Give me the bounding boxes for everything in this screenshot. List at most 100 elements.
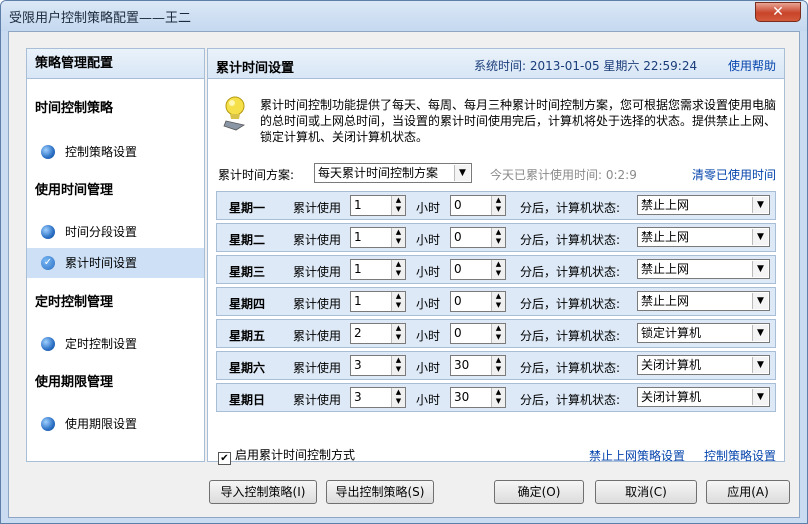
import-button[interactable]: 导入控制策略(I)	[209, 480, 317, 504]
nav-item-scheduled-control[interactable]: 定时控制设置	[27, 329, 204, 359]
spin-arrows-icon[interactable]: ▲ ▼	[391, 228, 405, 247]
state-select[interactable]: 禁止上网 ▼	[637, 195, 770, 215]
use-label: 累计使用	[293, 201, 342, 215]
use-label: 累计使用	[293, 233, 342, 247]
day-label: 星期四	[229, 297, 266, 311]
hours-stepper[interactable]: 1 ▲ ▼	[350, 291, 406, 312]
state-select[interactable]: 关闭计算机 ▼	[637, 355, 770, 375]
cumulative-time-panel: 累计时间设置 系统时间: 2013-01-05 星期六 22:59:24 使用帮…	[207, 48, 785, 465]
spin-arrows-icon[interactable]: ▲ ▼	[491, 260, 505, 279]
help-link[interactable]: 使用帮助	[728, 57, 776, 74]
day-label: 星期五	[229, 329, 266, 343]
use-label: 累计使用	[293, 265, 342, 279]
day-label: 星期日	[229, 393, 266, 407]
hour-label: 小时	[416, 297, 441, 311]
day-label: 星期六	[229, 361, 266, 375]
minutes-stepper[interactable]: 0 ▲ ▼	[450, 259, 506, 280]
minutes-stepper[interactable]: 0 ▲ ▼	[450, 195, 506, 216]
chevron-down-icon[interactable]: ▼	[752, 389, 768, 405]
spin-arrows-icon[interactable]: ▲ ▼	[391, 260, 405, 279]
hours-stepper[interactable]: 2 ▲ ▼	[350, 323, 406, 344]
hour-label: 小时	[416, 393, 441, 407]
table-row: 星期五 累计使用 2 ▲ ▼ 小时 0 ▲ ▼ 分后，计算机状态: 锁定计算机 ▼	[216, 319, 776, 348]
state-select[interactable]: 关闭计算机 ▼	[637, 387, 770, 407]
state-select[interactable]: 禁止上网 ▼	[637, 259, 770, 279]
after-label: 分后，计算机状态:	[520, 361, 621, 375]
spin-arrows-icon[interactable]: ▲ ▼	[491, 324, 505, 343]
spin-arrows-icon[interactable]: ▲ ▼	[491, 196, 505, 215]
control-strategy-link[interactable]: 控制策略设置	[704, 447, 776, 464]
chevron-down-icon[interactable]: ▼	[752, 261, 768, 277]
apply-button[interactable]: 应用(A)	[706, 480, 790, 504]
nav-header: 策略管理配置	[27, 49, 204, 79]
chevron-down-icon[interactable]: ▼	[752, 197, 768, 213]
spin-arrows-icon[interactable]: ▲ ▼	[491, 388, 505, 407]
state-select[interactable]: 禁止上网 ▼	[637, 291, 770, 311]
plan-select[interactable]: 每天累计时间控制方案 ▼	[314, 163, 472, 183]
section-usage-period: 使用期限管理	[35, 375, 114, 390]
minutes-stepper[interactable]: 0 ▲ ▼	[450, 227, 506, 248]
close-button[interactable]: ✕	[755, 2, 801, 22]
day-label: 星期一	[229, 201, 266, 215]
after-label: 分后，计算机状态:	[520, 329, 621, 343]
title-bar[interactable]: 受限用户控制策略配置——王二 ✕	[1, 1, 807, 31]
state-select[interactable]: 禁止上网 ▼	[637, 227, 770, 247]
chevron-down-icon[interactable]: ▼	[454, 165, 470, 181]
spin-arrows-icon[interactable]: ▲ ▼	[491, 356, 505, 375]
export-button[interactable]: 导出控制策略(S)	[326, 480, 434, 504]
spin-arrows-icon[interactable]: ▲ ▼	[391, 324, 405, 343]
plan-label: 累计时间方案:	[218, 168, 295, 182]
day-label: 星期三	[229, 265, 266, 279]
bullet-icon	[41, 225, 55, 239]
enable-checkbox[interactable]: ✔	[218, 452, 231, 465]
table-row: 星期一 累计使用 1 ▲ ▼ 小时 0 ▲ ▼ 分后，计算机状态: 禁止上网 ▼	[216, 191, 776, 220]
spin-arrows-icon[interactable]: ▲ ▼	[391, 196, 405, 215]
chevron-down-icon[interactable]: ▼	[752, 293, 768, 309]
hours-stepper[interactable]: 3 ▲ ▼	[350, 355, 406, 376]
nav-item-cumulative-time[interactable]: ✓ 累计时间设置	[27, 248, 204, 278]
nav-item-control-strategy[interactable]: 控制策略设置	[27, 137, 204, 167]
day-label: 星期二	[229, 233, 266, 247]
dialog-window: 受限用户控制策略配置——王二 ✕ 策略管理配置 时间控制策略 控制策略设置 使用…	[0, 0, 808, 524]
clear-used-time-link[interactable]: 清零已使用时间	[692, 166, 776, 183]
nav-item-time-segment[interactable]: 时间分段设置	[27, 217, 204, 247]
spin-arrows-icon[interactable]: ▲ ▼	[491, 292, 505, 311]
use-label: 累计使用	[293, 393, 342, 407]
section-scheduled-control: 定时控制管理	[35, 295, 114, 310]
state-select[interactable]: 锁定计算机 ▼	[637, 323, 770, 343]
use-label: 累计使用	[293, 297, 342, 311]
bullet-icon	[41, 145, 55, 159]
bullet-icon	[41, 337, 55, 351]
section-time-control: 时间控制策略	[35, 101, 114, 116]
bullet-icon	[41, 417, 55, 431]
day-rules-table: 星期一 累计使用 1 ▲ ▼ 小时 0 ▲ ▼ 分后，计算机状态: 禁止上网 ▼ 星期二 累计使用 1 ▲ ▼ 小…	[216, 191, 776, 431]
section-usage-time: 使用时间管理	[35, 183, 114, 198]
window-title: 受限用户控制策略配置——王二	[9, 11, 192, 26]
hours-stepper[interactable]: 3 ▲ ▼	[350, 387, 406, 408]
spin-arrows-icon[interactable]: ▲ ▼	[391, 292, 405, 311]
minutes-stepper[interactable]: 0 ▲ ▼	[450, 291, 506, 312]
after-label: 分后，计算机状态:	[520, 393, 621, 407]
use-label: 累计使用	[293, 329, 342, 343]
nav-item-usage-period[interactable]: 使用期限设置	[27, 409, 204, 439]
ok-button[interactable]: 确定(O)	[494, 480, 584, 504]
chevron-down-icon[interactable]: ▼	[752, 357, 768, 373]
minutes-stepper[interactable]: 0 ▲ ▼	[450, 323, 506, 344]
spin-arrows-icon[interactable]: ▲ ▼	[391, 388, 405, 407]
table-row: 星期六 累计使用 3 ▲ ▼ 小时 30 ▲ ▼ 分后，计算机状态: 关闭计算机 ▼	[216, 351, 776, 380]
chevron-down-icon[interactable]: ▼	[752, 325, 768, 341]
hours-stepper[interactable]: 1 ▲ ▼	[350, 227, 406, 248]
block-internet-strategy-link[interactable]: 禁止上网策略设置	[589, 447, 685, 464]
chevron-down-icon[interactable]: ▼	[752, 229, 768, 245]
hours-stepper[interactable]: 1 ▲ ▼	[350, 259, 406, 280]
hours-stepper[interactable]: 1 ▲ ▼	[350, 195, 406, 216]
minutes-stepper[interactable]: 30 ▲ ▼	[450, 355, 506, 376]
spin-arrows-icon[interactable]: ▲ ▼	[491, 228, 505, 247]
after-label: 分后，计算机状态:	[520, 265, 621, 279]
spin-arrows-icon[interactable]: ▲ ▼	[391, 356, 405, 375]
client-area: 策略管理配置 时间控制策略 控制策略设置 使用时间管理 时间分段设置 ✓ 累计时间…	[8, 31, 800, 518]
enable-checkbox-row[interactable]: ✔ 启用累计时间控制方式	[218, 446, 355, 465]
cancel-button[interactable]: 取消(C)	[595, 480, 697, 504]
minutes-stepper[interactable]: 30 ▲ ▼	[450, 387, 506, 408]
feature-description: 累计时间控制功能提供了每天、每周、每月三种累计时间控制方案，您可根据您需求设置使…	[260, 98, 777, 144]
